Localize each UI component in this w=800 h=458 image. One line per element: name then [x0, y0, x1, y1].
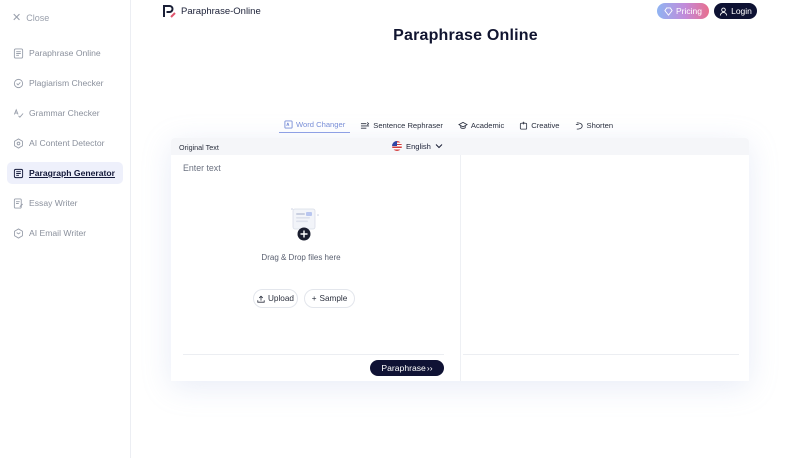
paraphrase-button[interactable]: Paraphrase ››: [370, 360, 444, 376]
upload-button[interactable]: Upload: [253, 289, 298, 308]
tab-label: Academic: [470, 120, 505, 130]
sidebar-item-paragraph-generator[interactable]: Paragraph Generator: [7, 162, 123, 184]
language-select[interactable]: English: [392, 141, 443, 151]
upload-label: Upload: [268, 294, 294, 303]
sidebar-item-label: Plagiarism Checker: [29, 78, 104, 88]
output-divider: [463, 354, 739, 355]
tab-shorten[interactable]: Shorten: [570, 117, 619, 133]
sidebar-item-label: Paraphrase Online: [29, 48, 101, 58]
logo-text: Paraphrase-Online: [181, 6, 261, 17]
magnifier-check-icon: [13, 78, 24, 88]
close-sidebar-button[interactable]: ✕ Close: [12, 11, 49, 24]
logo-mark-icon: [163, 5, 176, 18]
sidebar-item-label: Paragraph Generator: [29, 168, 115, 178]
drag-drop-text: Drag & Drop files here: [261, 253, 341, 262]
sidebar-item-label: AI Email Writer: [29, 228, 87, 238]
editor-header: Original Text English: [171, 138, 749, 155]
file-drop-icon: [291, 208, 319, 241]
mode-tabs: Word Changer Sentence Rephraser Academic…: [279, 117, 623, 133]
tab-academic[interactable]: Academic: [453, 117, 509, 133]
tab-label: Sentence Rephraser: [373, 120, 443, 130]
document-lines-icon: [13, 47, 24, 59]
tab-sentence-rephraser[interactable]: Sentence Rephraser: [355, 117, 448, 133]
shorten-icon: [575, 121, 583, 130]
spell-check-icon: [13, 108, 24, 118]
sidebar: ✕ Close Paraphrase Online Plagiarism Che…: [0, 0, 131, 458]
academic-cap-icon: [458, 121, 468, 129]
tab-label: Creative: [531, 120, 560, 130]
paraphrase-label: Paraphrase: [381, 363, 426, 373]
chevron-down-icon: [435, 144, 443, 149]
pen-document-icon: [13, 197, 24, 209]
us-flag-icon: [392, 141, 402, 151]
upload-icon: [257, 295, 265, 303]
sidebar-item-paraphrase-online[interactable]: Paraphrase Online: [7, 42, 123, 64]
input-placeholder: Enter text: [183, 163, 221, 173]
tab-label: Word Changer: [296, 120, 346, 129]
sample-button[interactable]: + Sample: [304, 289, 355, 308]
sidebar-item-grammar-checker[interactable]: Grammar Checker: [7, 102, 123, 124]
creative-icon: [520, 121, 528, 130]
sidebar-item-label: Grammar Checker: [29, 108, 100, 118]
rephraser-icon: [361, 121, 370, 129]
tab-label: Shorten: [586, 120, 614, 130]
language-value: English: [406, 141, 431, 151]
sidebar-item-ai-email-writer[interactable]: AI Email Writer: [7, 222, 123, 244]
login-label: Login: [731, 6, 752, 16]
pricing-label: Pricing: [676, 6, 702, 16]
site-logo[interactable]: Paraphrase-Online: [163, 5, 261, 18]
plus-icon: +: [311, 294, 317, 303]
sidebar-item-essay-writer[interactable]: Essay Writer: [7, 192, 123, 214]
pricing-button[interactable]: Pricing: [657, 3, 709, 19]
sidebar-item-label: AI Content Detector: [29, 138, 105, 148]
close-icon: ✕: [12, 12, 22, 24]
page-title: Paraphrase Online: [393, 27, 538, 44]
double-chevron-right-icon: ››: [426, 363, 433, 373]
output-pane[interactable]: [460, 155, 749, 381]
tab-word-changer[interactable]: Word Changer: [279, 117, 351, 133]
sidebar-item-plagiarism-checker[interactable]: Plagiarism Checker: [7, 72, 123, 94]
sidebar-nav: Paraphrase Online Plagiarism Checker Gra…: [7, 42, 123, 252]
ai-detect-icon: [14, 137, 23, 149]
editor-card: Original Text English Enter text Drag & …: [171, 138, 749, 381]
ai-mail-icon: [14, 227, 23, 239]
word-changer-icon: [284, 120, 293, 129]
close-label: Close: [26, 12, 50, 23]
sample-label: Sample: [319, 294, 348, 303]
diamond-icon: [664, 6, 673, 16]
user-icon: [719, 7, 728, 16]
input-divider: [183, 354, 444, 355]
sidebar-item-ai-content-detector[interactable]: AI Content Detector: [7, 132, 123, 154]
tab-creative[interactable]: Creative: [514, 117, 564, 133]
paragraph-icon: [13, 168, 24, 178]
original-text-label: Original Text: [179, 143, 219, 152]
sidebar-item-label: Essay Writer: [29, 198, 78, 208]
login-button[interactable]: Login: [714, 3, 757, 19]
input-pane[interactable]: Enter text Drag & Drop files here Upload…: [171, 155, 458, 381]
